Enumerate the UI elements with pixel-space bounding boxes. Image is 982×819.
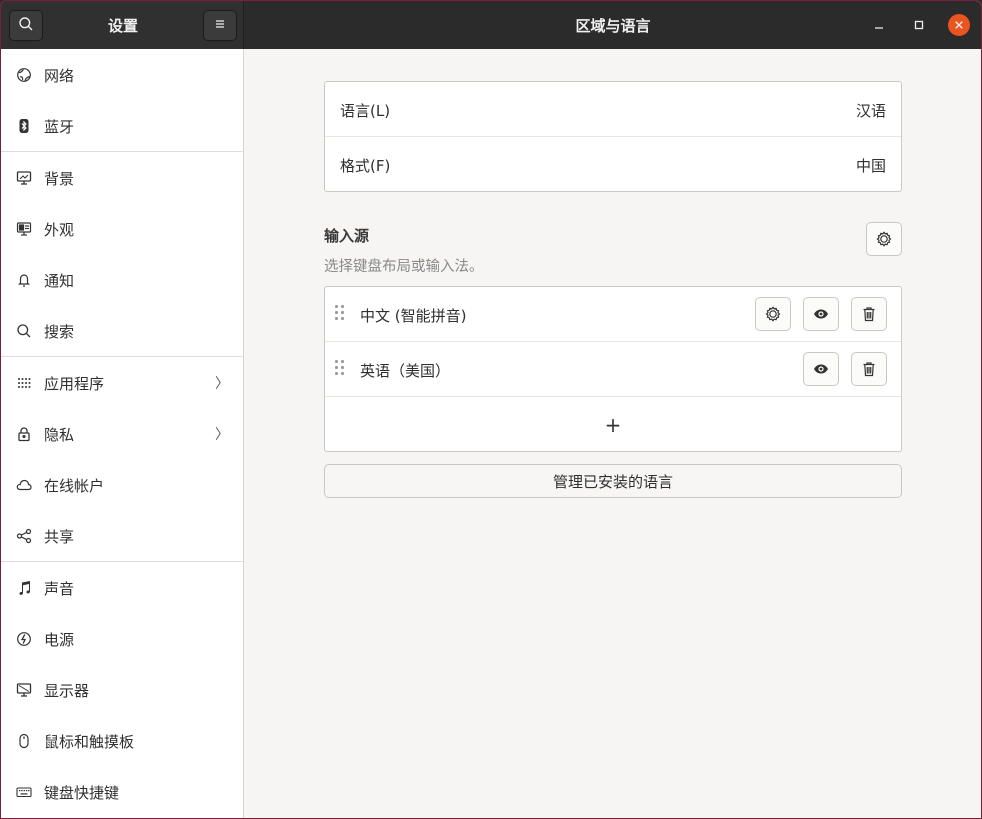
sidebar-item-notifications[interactable]: 通知 (1, 255, 243, 305)
appearance-icon (15, 220, 33, 238)
sidebar-item-privacy[interactable]: 隐私 〉 (1, 409, 243, 459)
input-source-row[interactable]: 中文 (智能拼音) (325, 287, 901, 342)
sidebar-item-label: 在线帐户 (44, 476, 105, 495)
input-sources-subtitle: 选择键盘布局或输入法。 (324, 259, 484, 275)
sidebar-item-label: 隐私 (44, 425, 75, 444)
minimize-icon (875, 27, 883, 29)
sidebar-item-background[interactable]: 背景 (1, 153, 243, 203)
sidebar-item-keyboard-shortcuts[interactable]: 键盘快捷键 (1, 767, 243, 817)
eye-icon (814, 364, 828, 374)
menu-icon (212, 16, 228, 36)
mouse-icon (15, 732, 33, 750)
sidebar-item-displays[interactable]: 显示器 (1, 665, 243, 715)
input-sources-list: 中文 (智能拼音) 英语（美国） + (324, 286, 902, 452)
apps-grid-icon (15, 374, 33, 392)
sidebar-item-sound[interactable]: 声音 (1, 563, 243, 613)
maximize-button[interactable] (908, 14, 930, 36)
input-source-remove-button[interactable] (851, 297, 887, 331)
minimize-button[interactable] (868, 14, 890, 36)
sidebar-item-label: 网络 (44, 66, 75, 85)
sidebar-divider (1, 151, 243, 152)
sidebar-item-label: 通知 (44, 271, 75, 290)
sidebar-item-applications[interactable]: 应用程序 〉 (1, 358, 243, 408)
sidebar-header: 设置 (1, 1, 244, 49)
sidebar-item-label: 声音 (44, 579, 75, 598)
trash-icon (863, 307, 875, 322)
bell-icon (15, 271, 33, 289)
search-icon (15, 322, 33, 340)
maximize-icon (914, 20, 924, 30)
plus-icon: + (604, 412, 622, 437)
input-sources-title: 输入源 (324, 227, 370, 245)
sidebar-divider (1, 561, 243, 562)
drag-handle-icon[interactable] (335, 360, 345, 376)
sidebar-item-label: 共享 (44, 527, 75, 546)
sidebar-title: 设置 (107, 17, 138, 35)
sidebar-item-online-accounts[interactable]: 在线帐户 (1, 460, 243, 510)
sidebar-item-network[interactable]: 网络 (1, 50, 243, 100)
sidebar-item-label: 外观 (44, 220, 75, 239)
formats-value: 中国 (855, 157, 886, 175)
input-source-remove-button[interactable] (851, 352, 887, 386)
sidebar-divider (1, 356, 243, 357)
lock-icon (15, 425, 33, 443)
sidebar-item-label: 显示器 (44, 681, 90, 700)
input-source-row[interactable]: 英语（美国） (325, 342, 901, 397)
sidebar-item-label: 键盘快捷键 (44, 783, 120, 802)
input-sources-options-button[interactable] (866, 222, 902, 256)
sidebar: 网络 蓝牙 背景 外观 通知 搜索 应用程序 〉 隐私 〉 在线帐户 共享 声音… (1, 49, 244, 818)
sidebar-item-label: 搜索 (44, 322, 75, 341)
language-label: 语言(L) (340, 102, 391, 120)
power-icon (15, 630, 33, 648)
settings-window: 设置 区域与语言 网络 蓝牙 背景 外观 通知 搜索 应用程序 〉 隐私 〉 在… (0, 0, 982, 819)
eye-icon (814, 309, 828, 319)
add-input-source-button[interactable]: + (325, 397, 901, 452)
drag-handle-icon[interactable] (335, 305, 345, 321)
bluetooth-icon (15, 117, 33, 135)
search-button[interactable] (9, 10, 43, 41)
formats-row[interactable]: 格式(F) 中国 (325, 137, 901, 192)
share-icon (15, 527, 33, 545)
sidebar-item-label: 电源 (44, 630, 75, 649)
keyboard-icon (15, 783, 33, 801)
language-value: 汉语 (855, 102, 886, 120)
gear-icon (765, 306, 781, 322)
sidebar-item-appearance[interactable]: 外观 (1, 204, 243, 254)
music-note-icon (15, 579, 33, 597)
input-source-label: 中文 (智能拼音) (360, 307, 467, 325)
sidebar-item-label: 应用程序 (44, 374, 105, 393)
background-icon (15, 169, 33, 187)
input-source-label: 英语（美国） (360, 362, 451, 380)
header-bar: 设置 区域与语言 (1, 1, 981, 49)
gear-icon (876, 231, 892, 247)
region-card: 语言(L) 汉语 格式(F) 中国 (324, 81, 902, 192)
menu-button[interactable] (203, 10, 237, 41)
sidebar-item-label: 蓝牙 (44, 117, 75, 136)
trash-icon (863, 362, 875, 377)
formats-label: 格式(F) (340, 157, 391, 175)
search-icon (18, 16, 34, 36)
language-row[interactable]: 语言(L) 汉语 (325, 82, 901, 137)
sidebar-item-search[interactable]: 搜索 (1, 306, 243, 356)
close-button[interactable] (948, 14, 970, 36)
cloud-icon (15, 476, 33, 494)
sidebar-item-label: 背景 (44, 169, 75, 188)
close-icon (955, 21, 963, 29)
manage-languages-button[interactable]: 管理已安装的语言 (324, 464, 902, 498)
chevron-right-icon: 〉 (215, 376, 229, 392)
sidebar-item-bluetooth[interactable]: 蓝牙 (1, 101, 243, 151)
sidebar-item-mouse-touchpad[interactable]: 鼠标和触摸板 (1, 716, 243, 766)
chevron-right-icon: 〉 (215, 427, 229, 443)
sidebar-item-power[interactable]: 电源 (1, 614, 243, 664)
sidebar-item-sharing[interactable]: 共享 (1, 511, 243, 561)
display-icon (15, 681, 33, 699)
input-source-preview-button[interactable] (803, 352, 839, 386)
input-source-preview-button[interactable] (803, 297, 839, 331)
input-source-settings-button[interactable] (755, 297, 791, 331)
network-icon (15, 66, 33, 84)
sidebar-item-label: 鼠标和触摸板 (44, 732, 135, 751)
